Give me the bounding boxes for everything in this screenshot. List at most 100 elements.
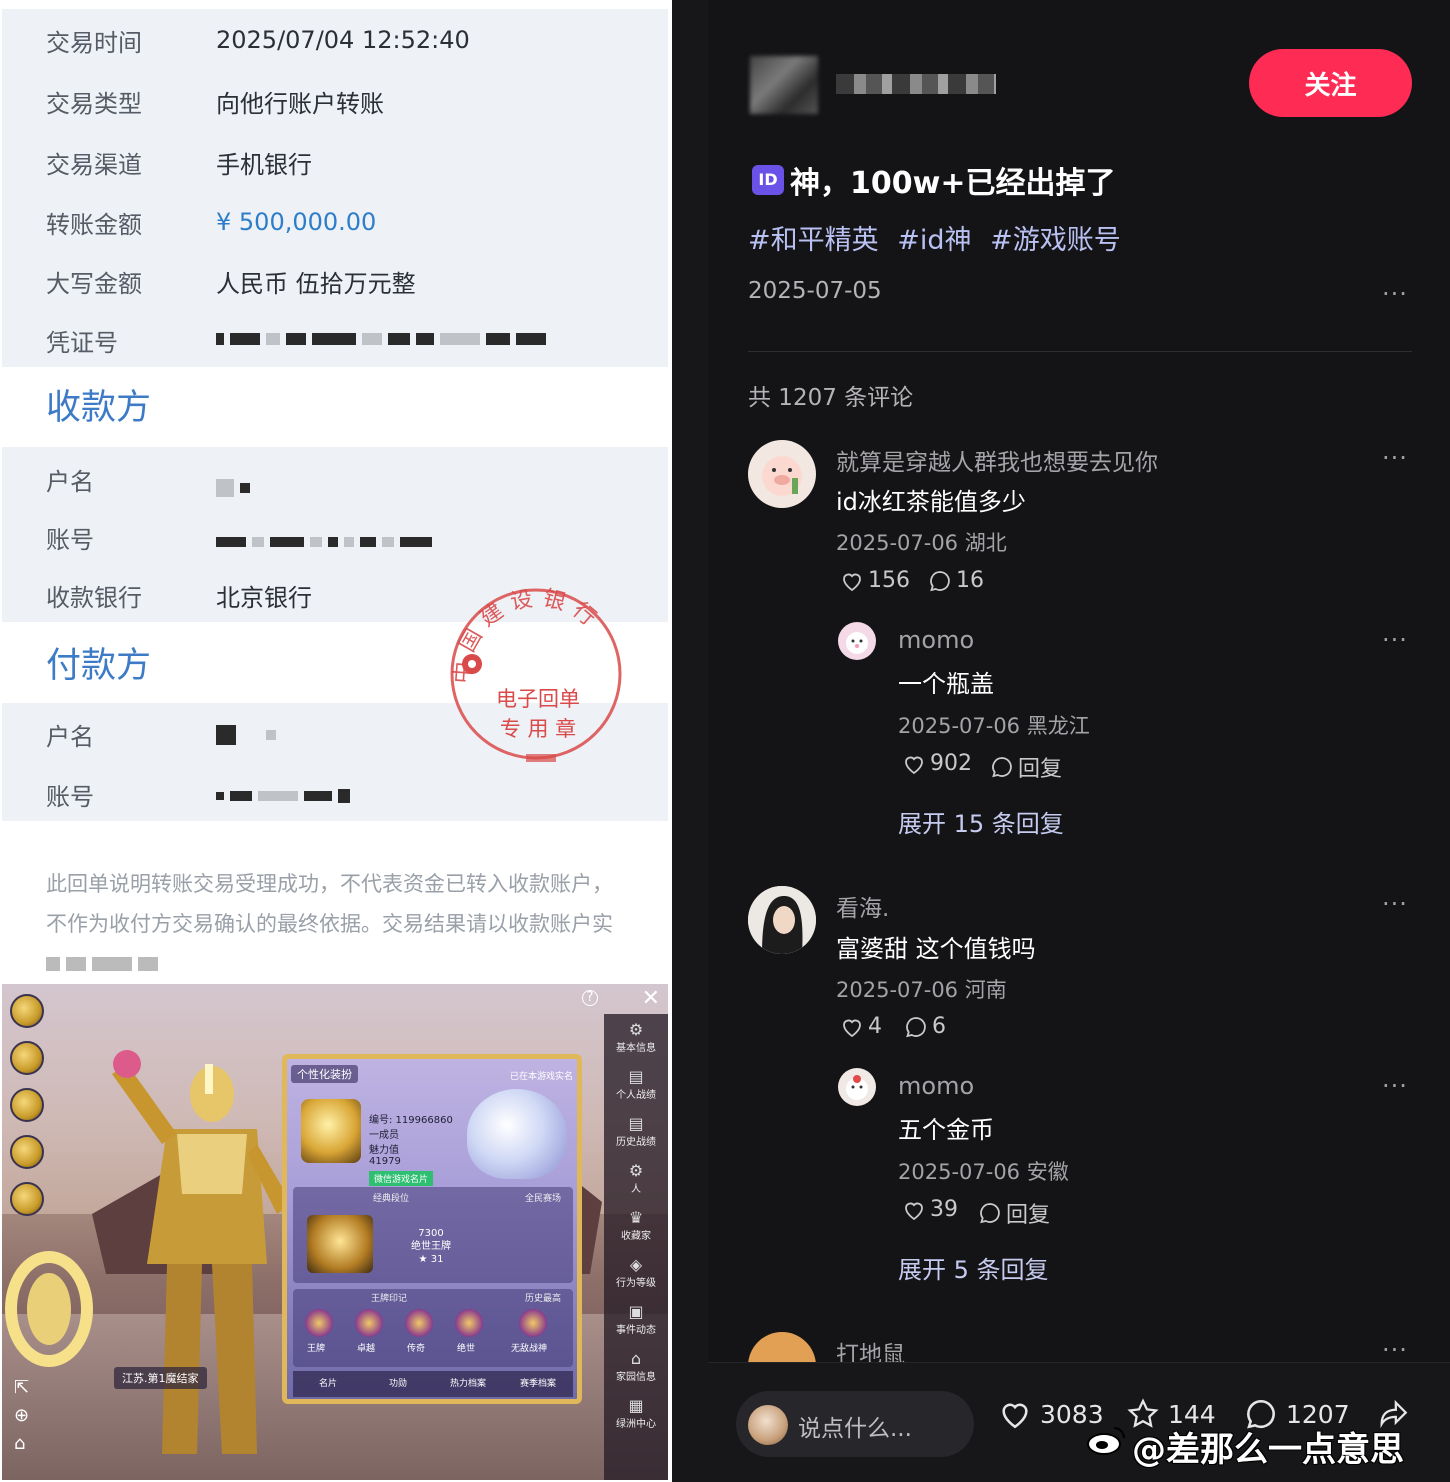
comment-icon: [992, 757, 1012, 778]
tab-card[interactable]: 名片: [293, 1371, 363, 1397]
golden-hero-character: [112, 1050, 292, 1454]
comment-username[interactable]: 看海.: [836, 889, 889, 923]
reply-username[interactable]: momo: [898, 1072, 974, 1100]
card-charm-label: 魅力值: [369, 1145, 399, 1156]
row-label: 转账金额: [46, 210, 142, 239]
row-value: 人民币 伍拾万元整: [216, 269, 416, 298]
menu-item-home-info[interactable]: ⌂ 家园信息: [604, 1343, 668, 1390]
menu-item-basic-info[interactable]: ⚙ 基本信息: [604, 1014, 668, 1061]
reply-count-button[interactable]: 16: [928, 568, 984, 593]
tab-heat[interactable]: 热力档案: [433, 1371, 503, 1397]
disclaimer-line-1: 此回单说明转账交易受理成功，不代表资金已转入收款账户，: [46, 872, 613, 896]
comment-input[interactable]: 说点什么...: [736, 1391, 974, 1457]
menu-item-history-record[interactable]: ▤ 历史战绩: [604, 1108, 668, 1155]
badge-icon[interactable]: [10, 1041, 44, 1075]
player-id-card: 个性化装扮 已在本游戏实名 编号: 119966860 一成员 魅力值 4197…: [282, 1054, 582, 1404]
card-role: 一成员: [369, 1130, 399, 1141]
mark-label: 传奇: [407, 1344, 426, 1354]
row-value: 手机银行: [216, 150, 312, 179]
id-icon: ID: [752, 165, 784, 195]
zoom-icon[interactable]: ⊕: [14, 1402, 29, 1430]
row-label: 交易时间: [46, 28, 142, 57]
motorbike-figure: [5, 1251, 93, 1367]
gear-icon: ⚙: [628, 1161, 644, 1180]
comment-username[interactable]: 就算是穿越人群我也想要去见你: [836, 443, 1158, 477]
like-button[interactable]: 39: [902, 1197, 958, 1222]
reply-avatar[interactable]: [838, 1068, 876, 1106]
like-count: 4: [868, 1014, 882, 1039]
comment-avatar[interactable]: [748, 440, 816, 508]
reply-button[interactable]: 回复: [978, 1197, 1050, 1229]
menu-item-oasis[interactable]: ▦ 绿洲中心: [604, 1390, 668, 1437]
reply-meta: 2025-07-06 黑龙江: [898, 714, 1090, 738]
row-value: 向他行账户转账: [216, 89, 384, 118]
like-button[interactable]: 156: [840, 568, 910, 593]
more-options-icon[interactable]: ···: [1382, 280, 1408, 308]
badge-icon[interactable]: [10, 1182, 44, 1216]
more-options-icon[interactable]: ···: [1382, 890, 1408, 918]
payee-section-title: 收款方: [46, 388, 152, 428]
help-icon[interactable]: ?: [582, 990, 598, 1006]
game-right-menu: ⚙ 基本信息 ▤ 个人战绩 ▤ 历史战绩 ⚙ 人 ♛ 收藏家 ◈ 行为等级 ▣ 事件动态 ⌂ 家…: [604, 1014, 668, 1480]
payer-name-redacted: [216, 725, 276, 745]
mark-icon: [305, 1309, 333, 1337]
expand-replies-link[interactable]: 展开 5 条回复: [898, 1250, 1049, 1285]
menu-item-personal-record[interactable]: ▤ 个人战绩: [604, 1061, 668, 1108]
tab-merit[interactable]: 功勋: [363, 1371, 433, 1397]
expand-replies-link[interactable]: 展开 15 条回复: [898, 804, 1064, 839]
divider-line: [748, 351, 1412, 352]
game-bottom-left-icons: ⇱ ⊕ ⌂: [14, 1374, 29, 1458]
payer-section-title: 付款方: [46, 646, 152, 686]
row-label: 大写金额: [46, 269, 142, 298]
disclaimer-truncated: [46, 957, 158, 971]
card-tabs: 名片 功勋 热力档案 赛季档案: [293, 1371, 573, 1397]
reply-avatar[interactable]: [838, 622, 876, 660]
hashtag-link[interactable]: #id神: [897, 225, 971, 256]
menu-item-events[interactable]: ▣ 事件动态: [604, 1296, 668, 1343]
author-name-redacted[interactable]: [836, 74, 996, 94]
hashtag-link[interactable]: #和平精英: [748, 225, 879, 256]
like-count: 156: [868, 568, 910, 593]
tab-season[interactable]: 赛季档案: [503, 1371, 573, 1397]
share-icon[interactable]: ⇱: [14, 1374, 29, 1402]
home-icon: ⌂: [630, 1349, 642, 1368]
badge-icon[interactable]: [10, 1088, 44, 1122]
hashtag-link[interactable]: #游戏账号: [990, 225, 1121, 256]
menu-item-person[interactable]: ⚙ 人: [604, 1155, 668, 1202]
author-avatar[interactable]: [750, 56, 818, 114]
row-value: 北京银行: [216, 583, 312, 612]
reply-username[interactable]: momo: [898, 626, 974, 654]
rank-icon[interactable]: [10, 994, 44, 1028]
doc-icon: ▣: [628, 1302, 644, 1321]
rank-text: 7300 绝世王牌 ★ 31: [411, 1228, 451, 1265]
reply-button[interactable]: 回复: [990, 751, 1062, 783]
more-options-icon[interactable]: ···: [1382, 1336, 1408, 1364]
like-button[interactable]: 4: [840, 1014, 882, 1039]
more-options-icon[interactable]: ···: [1382, 444, 1408, 472]
badge-icon[interactable]: [10, 1135, 44, 1169]
bank-receipt: 交易时间 2025/07/04 12:52:40 交易类型 向他行账户转账 交易…: [2, 9, 668, 982]
wechat-card-tag[interactable]: 微信游戏名片: [369, 1171, 434, 1186]
follow-button[interactable]: 关注: [1249, 49, 1412, 117]
comment-avatar[interactable]: [748, 886, 816, 954]
reply-text: 一个瓶盖: [898, 670, 994, 698]
card-info: 编号: 119966860 一成员 魅力值 41979 微信游戏名片: [369, 1111, 453, 1186]
home-icon[interactable]: ⌂: [14, 1430, 29, 1458]
receipt-row-amount: 转账金额 ¥ 500,000.00: [2, 202, 668, 242]
mark-icon: [455, 1309, 483, 1337]
comment-input-placeholder: 说点什么...: [798, 1416, 912, 1442]
more-options-icon[interactable]: ···: [1382, 1072, 1408, 1100]
card-header[interactable]: 个性化装扮: [291, 1065, 358, 1083]
close-icon[interactable]: ✕: [642, 986, 660, 1011]
receipt-row-amount-words: 大写金额 人民币 伍拾万元整: [2, 261, 668, 301]
menu-item-collector[interactable]: ♛ 收藏家: [604, 1202, 668, 1249]
menu-item-behavior-level[interactable]: ◈ 行为等级: [604, 1249, 668, 1296]
weibo-logo-icon: [1087, 1427, 1125, 1455]
receipt-row-channel: 交易渠道 手机银行: [2, 142, 668, 182]
more-options-icon[interactable]: ···: [1382, 626, 1408, 654]
like-button[interactable]: 902: [902, 751, 972, 776]
reply-count-button[interactable]: 6: [904, 1014, 946, 1039]
payer-account-redacted: [216, 789, 350, 803]
video-comment-panel: 关注 ID 神，100w+已经出掉了 #和平精英 #id神 #游戏账号 2025…: [708, 0, 1450, 1482]
marks-label: 王牌印记: [371, 1294, 408, 1304]
